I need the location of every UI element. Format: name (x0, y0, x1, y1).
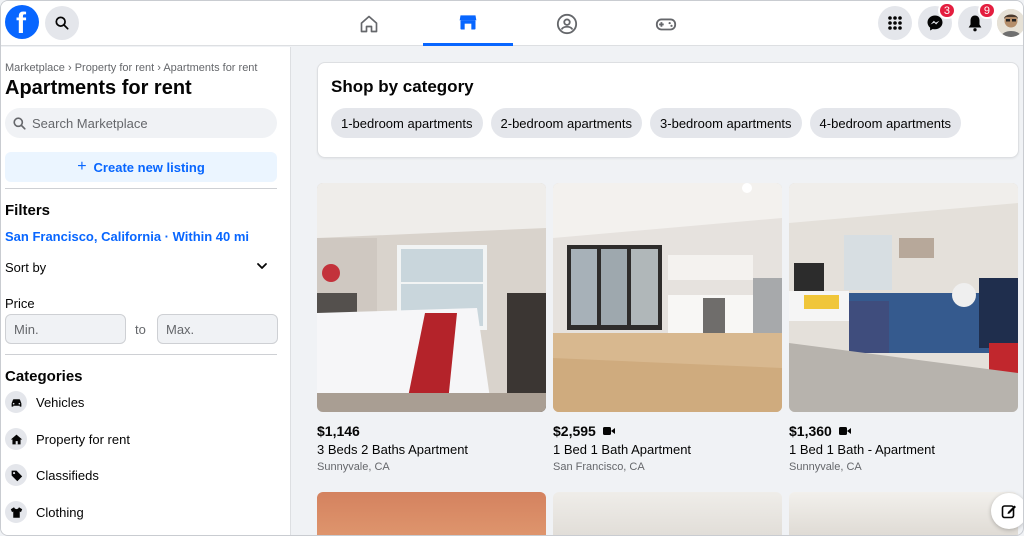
location-filter[interactable]: San Francisco, California · Within 40 mi (5, 229, 249, 244)
home-icon (360, 15, 378, 32)
chip-1-bedroom[interactable]: 1-bedroom apartments (331, 108, 483, 138)
tab-groups[interactable] (522, 1, 612, 46)
car-icon (5, 391, 27, 413)
category-label: Classifieds (36, 467, 99, 483)
divider (5, 188, 277, 189)
facebook-logo-letter: f (16, 7, 26, 40)
search-icon (55, 16, 69, 30)
listing-card[interactable]: $1,146 3 Beds 2 Baths Apartment Sunnyval… (317, 183, 546, 473)
notifications-badge: 9 (977, 2, 996, 19)
min-price-input[interactable] (5, 314, 126, 344)
profile-avatar[interactable] (997, 9, 1023, 37)
category-classifieds[interactable]: Classifieds (5, 460, 277, 490)
to-label: to (135, 322, 146, 337)
category-label: Property for rent (36, 431, 130, 447)
listing-photo[interactable] (553, 183, 782, 412)
category-label: Clothing (36, 504, 84, 520)
tab-gaming[interactable] (621, 1, 711, 46)
category-property-for-rent[interactable]: Property for rent (5, 424, 277, 454)
category-label: Vehicles (36, 394, 85, 410)
chip-2-bedroom[interactable]: 2-bedroom apartments (490, 108, 643, 138)
breadcrumb[interactable]: Marketplace › Property for rent › Apartm… (5, 62, 257, 74)
grid-menu-icon (888, 16, 902, 30)
tag-icon (5, 464, 27, 486)
listing-photo[interactable] (553, 492, 782, 535)
shop-by-category-card: Shop by category 1-bedroom apartments 2-… (317, 62, 1019, 158)
gaming-icon (655, 18, 677, 30)
listing-photo[interactable] (789, 183, 1018, 412)
menu-button[interactable] (878, 6, 912, 40)
listing-card[interactable]: $1,360 1 Bed 1 Bath - Apartment Sunnyval… (789, 183, 1018, 473)
shirt-icon (5, 501, 27, 523)
listing-price: $1,146 (317, 423, 360, 439)
category-clothing[interactable]: Clothing (5, 497, 277, 527)
search-button[interactable] (45, 6, 79, 40)
search-field[interactable] (5, 108, 277, 138)
listing-title: 1 Bed 1 Bath - Apartment (789, 442, 935, 457)
listing-photo[interactable] (317, 183, 546, 412)
video-icon (602, 427, 615, 435)
listing-title: 1 Bed 1 Bath Apartment (553, 442, 692, 457)
sort-by-label[interactable]: Sort by (5, 260, 46, 275)
listing-price: $1,360 (789, 423, 832, 439)
messenger-badge: 3 (937, 2, 956, 19)
plus-icon: + (77, 158, 87, 175)
price-label: Price (5, 296, 35, 311)
listing-location: Sunnyvale, CA (317, 461, 390, 473)
categories-heading: Categories (5, 368, 83, 385)
shop-by-category-title: Shop by category (331, 77, 474, 96)
search-icon (13, 116, 26, 130)
video-icon (838, 427, 851, 435)
tab-marketplace[interactable] (423, 1, 513, 46)
notifications-button[interactable]: 9 (958, 2, 996, 40)
app-window: f 3 9 Marketplace › Property for rent › … (0, 0, 1024, 536)
listing-location: Sunnyvale, CA (789, 461, 862, 473)
tab-home[interactable] (324, 1, 414, 46)
compose-message-button[interactable] (991, 493, 1023, 529)
facebook-logo[interactable]: f (5, 5, 39, 40)
category-vehicles[interactable]: Vehicles (5, 387, 277, 417)
create-listing-label: Create new listing (93, 159, 205, 175)
chip-4-bedroom[interactable]: 4-bedroom apartments (809, 108, 962, 138)
messenger-button[interactable]: 3 (918, 2, 956, 40)
divider (5, 354, 277, 355)
top-navigation-bar: f 3 9 (1, 1, 1023, 46)
marketplace-icon (459, 15, 477, 30)
listing-photo[interactable] (317, 492, 546, 535)
chevron-down-icon[interactable] (256, 260, 268, 272)
listing-title: 3 Beds 2 Baths Apartment (317, 442, 469, 457)
listing-location: San Francisco, CA (553, 461, 645, 473)
create-listing-button[interactable]: + Create new listing (5, 152, 277, 182)
compose-icon (1001, 505, 1016, 519)
chip-3-bedroom[interactable]: 3-bedroom apartments (650, 108, 802, 138)
house-icon (5, 428, 27, 450)
listing-photo[interactable] (789, 492, 1018, 535)
max-price-input[interactable] (157, 314, 278, 344)
sidebar: Marketplace › Property for rent › Apartm… (1, 47, 291, 535)
search-input[interactable] (32, 115, 262, 131)
avatar-image (997, 9, 1023, 37)
category-chips: 1-bedroom apartments 2-bedroom apartment… (331, 108, 962, 138)
page-title: Apartments for rent (5, 77, 192, 99)
groups-icon (556, 13, 578, 34)
listing-price: $2,595 (553, 423, 596, 439)
listing-card[interactable]: $2,595 1 Bed 1 Bath Apartment San Franci… (553, 183, 782, 473)
filters-heading: Filters (5, 202, 51, 219)
